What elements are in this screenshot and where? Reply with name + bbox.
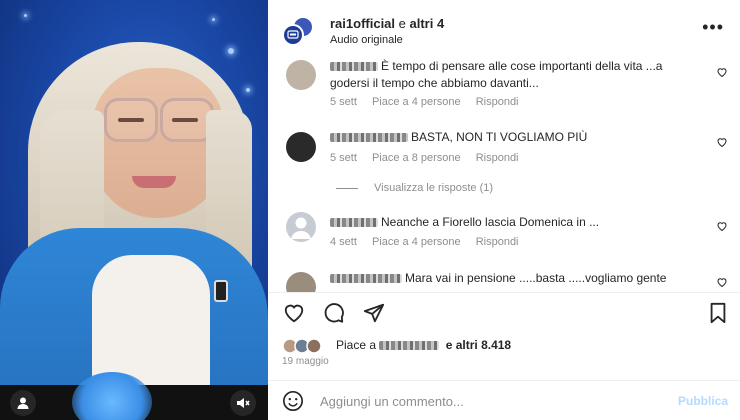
share-icon[interactable] — [362, 302, 386, 324]
collaborators-link[interactable]: altri 4 — [410, 16, 445, 31]
commenter-avatar[interactable] — [286, 272, 316, 292]
commenter-avatar[interactable] — [286, 132, 316, 162]
divider — [268, 292, 740, 293]
comment-meta: 5 sett Piace a 4 persone Rispondi — [330, 96, 519, 108]
like-icon[interactable] — [282, 302, 306, 324]
more-options-icon[interactable]: ••• — [702, 18, 724, 36]
add-comment-bar: Pubblica — [268, 381, 740, 420]
reply-button[interactable]: Rispondi — [476, 236, 519, 248]
rai-logo-icon — [287, 30, 299, 39]
like-comment-icon[interactable] — [716, 66, 728, 78]
reel-video[interactable] — [0, 0, 268, 420]
likes-summary[interactable]: Piace a e altri 8.418 — [336, 338, 511, 352]
reply-button[interactable]: Rispondi — [476, 152, 519, 164]
comment-text: Mara vai in pensione .....basta .....vog… — [330, 270, 690, 287]
collab-avatars[interactable] — [282, 16, 316, 46]
view-replies-button[interactable]: Visualizza le risposte (1) — [336, 182, 493, 194]
reply-button[interactable]: Rispondi — [476, 96, 519, 108]
likers-avatars — [282, 338, 332, 354]
like-comment-icon[interactable] — [716, 220, 728, 232]
comment-text: BASTA, NON TI VOGLIAMO PIÙ — [330, 129, 690, 146]
publish-button[interactable]: Pubblica — [678, 394, 728, 408]
post-header: rai1official e altri 4 Audio originale •… — [268, 0, 740, 58]
lapel-mic — [214, 280, 228, 302]
user-icon — [17, 397, 29, 409]
emoji-icon[interactable] — [282, 390, 304, 412]
comment-likes[interactable]: Piace a 8 persone — [372, 152, 461, 164]
blurred-username[interactable] — [330, 133, 408, 143]
comment-icon[interactable] — [322, 302, 346, 324]
post-author[interactable]: rai1official e altri 4 — [330, 16, 444, 31]
video-frame — [0, 0, 268, 385]
comment-text: È tempo di pensare alle cose importanti … — [330, 59, 663, 90]
commenter-avatar[interactable] — [286, 60, 316, 90]
blurred-username[interactable] — [330, 62, 378, 72]
comment-meta: 4 sett Piace a 4 persone Rispondi — [330, 236, 519, 248]
presenter-face — [92, 68, 224, 218]
post-panel: rai1official e altri 4 Audio originale •… — [268, 0, 740, 420]
comment-input[interactable] — [320, 391, 660, 411]
commenter-avatar[interactable] — [286, 212, 316, 242]
save-bookmark-icon[interactable] — [708, 302, 728, 324]
volume-muted-icon — [237, 398, 250, 408]
mute-button[interactable] — [230, 390, 256, 416]
tagged-users-button[interactable] — [10, 390, 36, 416]
account-name[interactable]: rai1official — [330, 16, 395, 31]
audio-link[interactable]: Audio originale — [330, 34, 403, 46]
post-date[interactable]: 19 maggio — [282, 356, 329, 367]
blurred-username[interactable] — [379, 341, 440, 351]
comment-likes[interactable]: Piace a 4 persone — [372, 236, 461, 248]
blurred-username[interactable] — [330, 218, 378, 228]
comment-likes[interactable]: Piace a 4 persone — [372, 96, 461, 108]
post-likes[interactable]: Piace a e altri 8.418 — [282, 336, 732, 356]
comment-text: Neanche a Fiorello lascia Domenica in ..… — [330, 214, 690, 231]
default-avatar-icon — [291, 217, 311, 239]
like-comment-icon[interactable] — [716, 276, 728, 288]
post-actions — [268, 300, 740, 328]
like-comment-icon[interactable] — [716, 136, 728, 148]
comments-list[interactable]: È tempo di pensare alle cose importanti … — [268, 58, 740, 292]
blurred-username[interactable] — [330, 274, 402, 284]
comment-meta: 5 sett Piace a 8 persone Rispondi — [330, 152, 519, 164]
